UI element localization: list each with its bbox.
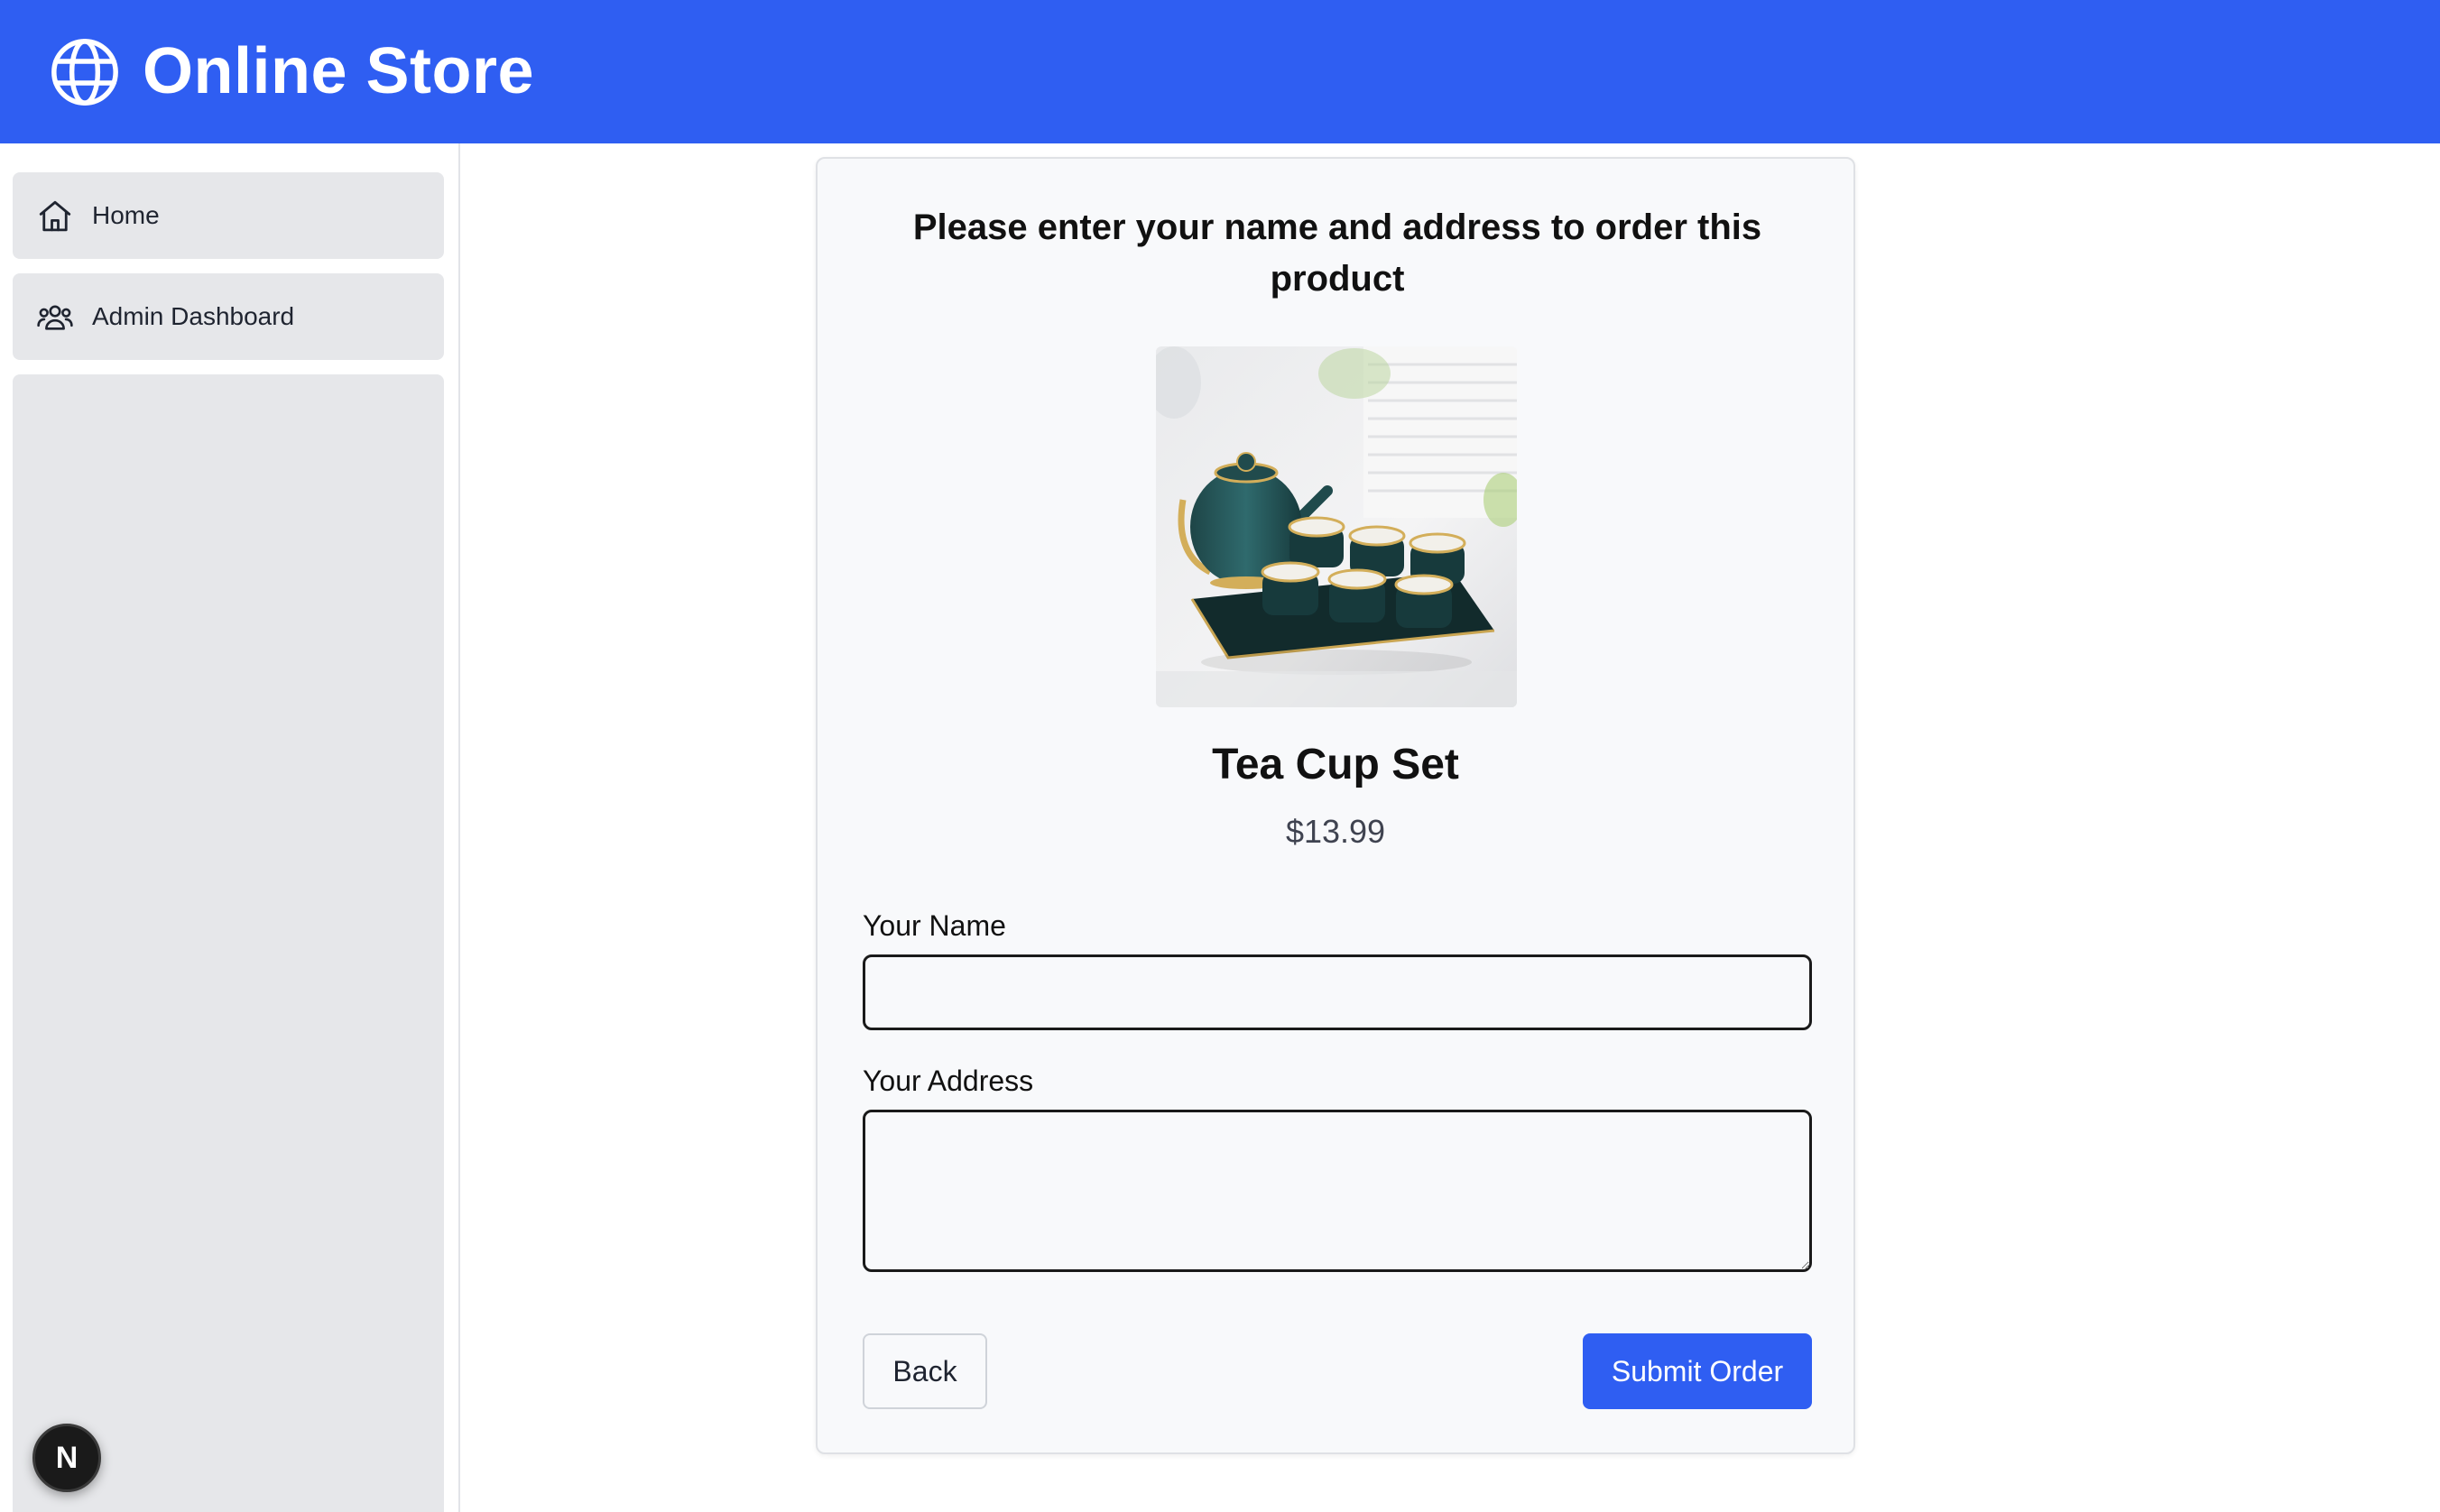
sidebar-item-label: Admin Dashboard: [92, 302, 295, 330]
name-label: Your Name: [863, 909, 1006, 942]
order-heading: Please enter your name and address to or…: [912, 207, 1762, 299]
back-button[interactable]: Back: [863, 1333, 987, 1409]
address-label: Your Address: [863, 1065, 1034, 1097]
submit-order-button[interactable]: Submit Order: [1583, 1333, 1812, 1409]
app-header: Online Store: [0, 0, 2440, 143]
users-icon: [37, 305, 73, 330]
sidebar-panel: [13, 374, 444, 1512]
name-input[interactable]: [863, 954, 1812, 1030]
order-card: Please enter your name and address to or…: [816, 157, 1855, 1454]
sidebar: Home Admin Dashboard: [0, 143, 460, 1512]
sidebar-item-admin-dashboard[interactable]: Admin Dashboard: [13, 273, 444, 360]
app-title: Online Store: [143, 35, 535, 107]
tea-cup-set-photo: [1156, 346, 1517, 707]
product-name: Tea Cup Set: [1212, 741, 1459, 788]
home-icon: [39, 200, 71, 232]
sidebar-item-label: Home: [92, 201, 160, 229]
product-image: [1156, 346, 1517, 707]
address-textarea[interactable]: [863, 1110, 1812, 1272]
dev-tools-badge[interactable]: N: [32, 1424, 101, 1492]
product-price: $13.99: [1285, 813, 1386, 850]
globe-icon: [51, 39, 118, 106]
sidebar-item-home[interactable]: Home: [13, 172, 444, 259]
